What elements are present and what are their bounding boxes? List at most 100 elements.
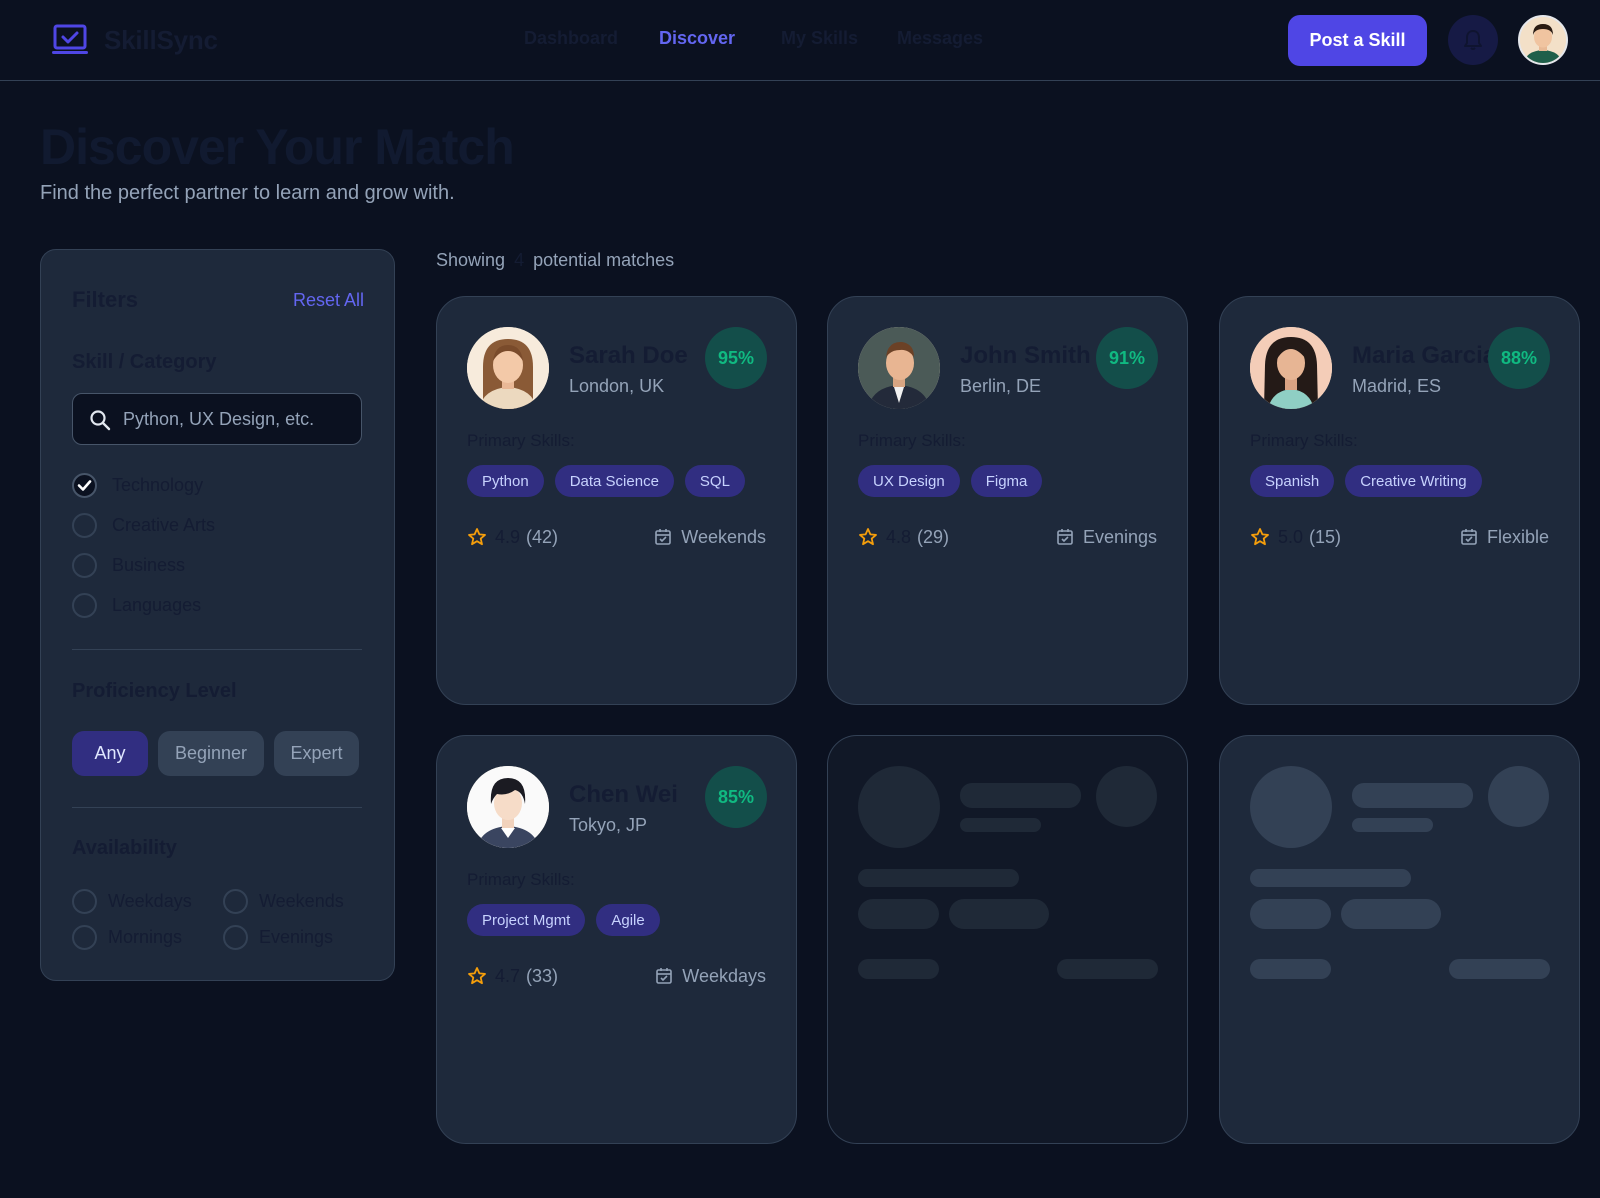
star-icon bbox=[859, 528, 877, 546]
results-count: 4 bbox=[514, 250, 525, 270]
skeleton-badge bbox=[1096, 766, 1157, 827]
availability-title: Availability bbox=[72, 837, 177, 859]
profile-avatar bbox=[858, 327, 940, 409]
checkbox-checked[interactable] bbox=[72, 472, 97, 498]
match-score-badge: 91% bbox=[1096, 327, 1158, 389]
rating-value: 4.8 bbox=[886, 526, 912, 547]
skill-search-field[interactable] bbox=[72, 393, 362, 445]
checkbox[interactable] bbox=[72, 592, 97, 618]
nav-messages[interactable]: Messages bbox=[897, 28, 983, 49]
skill-tag[interactable]: Agile bbox=[596, 904, 660, 936]
skill-tag[interactable]: Figma bbox=[970, 465, 1043, 497]
star-icon bbox=[468, 528, 486, 546]
review-count: (42) bbox=[526, 526, 559, 547]
skill-tag[interactable]: Spanish bbox=[1250, 465, 1335, 497]
availability-label: Weekdays bbox=[108, 890, 192, 911]
match-card[interactable]: Chen Wei Tokyo, JP 85% Primary Skills: P… bbox=[436, 735, 797, 1144]
page-subtitle: Find the perfect partner to learn and gr… bbox=[40, 182, 455, 204]
search-icon bbox=[90, 410, 111, 431]
skill-category-title: Skill / Category bbox=[72, 351, 217, 373]
match-card[interactable]: John Smith Berlin, DE 91% Primary Skills… bbox=[827, 296, 1188, 705]
post-skill-button[interactable]: Post a Skill bbox=[1288, 15, 1427, 66]
match-card[interactable]: Sarah Doe London, UK 95% Primary Skills:… bbox=[436, 296, 797, 705]
skill-tag[interactable]: Creative Writing bbox=[1345, 465, 1482, 497]
availability-evenings[interactable]: Evenings bbox=[223, 924, 333, 950]
category-technology[interactable]: Technology bbox=[72, 472, 203, 498]
profile-location: Madrid, ES bbox=[1352, 376, 1442, 396]
loading-card-skeleton bbox=[1219, 735, 1580, 1144]
skeleton-tag bbox=[949, 899, 1049, 929]
skills-list: Python Data Science SQL bbox=[467, 465, 745, 497]
user-avatar[interactable] bbox=[1518, 15, 1568, 65]
level-any-button[interactable]: Any bbox=[72, 731, 148, 776]
rating: 4.8 (29) bbox=[858, 524, 949, 550]
skill-tag[interactable]: Project Mgmt bbox=[467, 904, 586, 936]
availability-label: Evenings bbox=[259, 926, 334, 947]
level-beginner-button[interactable]: Beginner bbox=[158, 731, 264, 776]
user-avatar-image bbox=[1520, 17, 1566, 63]
availability-mornings[interactable]: Mornings bbox=[72, 924, 182, 950]
availability-text: Evenings bbox=[1082, 526, 1157, 547]
filters-divider bbox=[72, 807, 362, 808]
skeleton-line bbox=[1250, 869, 1411, 887]
rating-value: 4.9 bbox=[495, 526, 521, 547]
reset-all-link[interactable]: Reset All bbox=[293, 290, 364, 311]
availability-label: Mornings bbox=[108, 926, 183, 947]
skeleton-line bbox=[1352, 818, 1433, 832]
skills-list: Project Mgmt Agile bbox=[467, 904, 660, 936]
primary-skills-label: Primary Skills: bbox=[467, 431, 575, 450]
results-prefix: Showing bbox=[436, 250, 506, 270]
profile-photo bbox=[467, 766, 549, 848]
primary-skills-label: Primary Skills: bbox=[858, 431, 966, 450]
checkbox[interactable] bbox=[72, 888, 97, 914]
profile-photo bbox=[467, 327, 549, 409]
nav-discover[interactable]: Discover bbox=[659, 28, 735, 49]
category-creative-arts[interactable]: Creative Arts bbox=[72, 512, 215, 538]
checkbox[interactable] bbox=[72, 552, 97, 578]
page-title: Discover Your Match bbox=[40, 119, 515, 175]
skill-tag[interactable]: SQL bbox=[684, 465, 745, 497]
rating: 4.7 (33) bbox=[467, 963, 558, 989]
skill-search-input[interactable] bbox=[123, 394, 353, 444]
skeleton-avatar bbox=[1250, 766, 1332, 848]
skills-list: Spanish Creative Writing bbox=[1250, 465, 1482, 497]
checkbox[interactable] bbox=[72, 924, 97, 950]
check-icon bbox=[77, 479, 92, 491]
skeleton-line bbox=[1449, 959, 1550, 979]
skill-tag[interactable]: UX Design bbox=[858, 465, 960, 497]
checkbox[interactable] bbox=[223, 924, 248, 950]
primary-skills-label: Primary Skills: bbox=[467, 870, 575, 889]
rating-value: 5.0 bbox=[1278, 526, 1304, 547]
availability-text: Flexible bbox=[1486, 526, 1549, 547]
star-icon bbox=[1251, 528, 1269, 546]
match-card[interactable]: Maria Garcia Madrid, ES 88% Primary Skil… bbox=[1219, 296, 1580, 705]
skill-tag[interactable]: Data Science bbox=[554, 465, 674, 497]
match-score-badge: 95% bbox=[705, 327, 767, 389]
profile-location: London, UK bbox=[569, 376, 665, 396]
availability-weekdays[interactable]: Weekdays bbox=[72, 888, 192, 914]
profile-location: Berlin, DE bbox=[960, 376, 1042, 396]
nav-my-skills[interactable]: My Skills bbox=[781, 28, 858, 49]
category-label: Languages bbox=[112, 594, 202, 615]
match-score-badge: 88% bbox=[1488, 327, 1550, 389]
category-business[interactable]: Business bbox=[72, 552, 185, 578]
checkbox[interactable] bbox=[223, 888, 248, 914]
notifications-button[interactable] bbox=[1448, 15, 1498, 65]
level-expert-button[interactable]: Expert bbox=[274, 731, 359, 776]
nav-dashboard[interactable]: Dashboard bbox=[524, 28, 618, 49]
availability-weekends[interactable]: Weekends bbox=[223, 888, 344, 914]
profile-photo bbox=[858, 327, 940, 409]
skeleton-line bbox=[858, 959, 939, 979]
profile-location: Tokyo, JP bbox=[569, 815, 648, 835]
checkbox[interactable] bbox=[72, 512, 97, 538]
filters-divider bbox=[72, 649, 362, 650]
skeleton-tag bbox=[1250, 899, 1331, 929]
category-languages[interactable]: Languages bbox=[72, 592, 201, 618]
skill-tag[interactable]: Python bbox=[467, 465, 544, 497]
availability-text: Weekends bbox=[681, 526, 766, 547]
skeleton-line bbox=[960, 818, 1041, 832]
profile-avatar bbox=[467, 766, 549, 848]
profile-photo bbox=[1250, 327, 1332, 409]
review-count: (15) bbox=[1309, 526, 1342, 547]
filters-panel: Filters Reset All Skill / Category Techn… bbox=[40, 249, 395, 981]
